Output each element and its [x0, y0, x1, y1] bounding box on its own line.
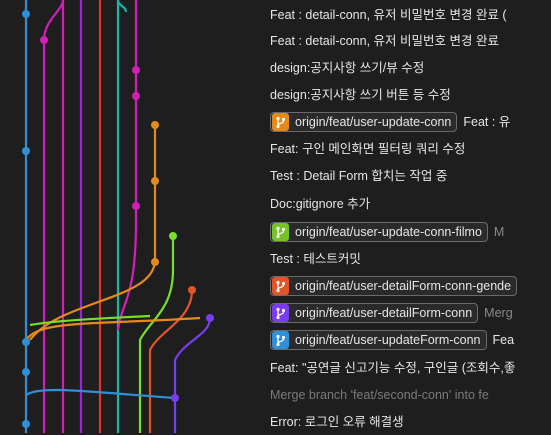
commit-row[interactable]: Feat: "공연글 신고기능 수정, 구인글 (조회수,좋 [270, 355, 515, 381]
commit-dot[interactable] [171, 394, 179, 402]
branch-badge-label: origin/feat/user-detailForm-conn-gende [295, 279, 512, 293]
commit-message: Fea [492, 333, 515, 347]
commit-dot[interactable] [132, 92, 140, 100]
branch-badge-label: origin/feat/user-updateForm-conn [295, 333, 481, 347]
commit-dot[interactable] [188, 286, 196, 294]
lane-magenta-2-curve [116, 219, 138, 331]
commit-message: M [493, 225, 505, 239]
commit-dot[interactable] [151, 121, 159, 129]
commit-message: Test : Detail Form 합치는 작업 중 [270, 169, 448, 183]
commit-dot[interactable] [206, 314, 214, 322]
commit-message: Merge branch 'feat/second-conn' into fe [270, 388, 489, 402]
commit-row[interactable]: Feat : detail-conn, 유저 비밀번호 변경 완료 [270, 28, 499, 54]
commit-row[interactable]: design:공지사항 쓰기/뷰 수정 [270, 55, 424, 81]
commit-message: Merg [484, 306, 513, 320]
commit-row[interactable]: design:공지사항 쓰기 버튼 등 수정 [270, 82, 451, 108]
commit-message: Feat: 구인 메인화면 필터링 쿼리 수정 [270, 142, 466, 156]
commit-row[interactable]: origin/feat/user-detailForm-conn Merg [270, 300, 513, 326]
commit-dot[interactable] [132, 202, 140, 210]
commit-dot[interactable] [22, 10, 30, 18]
commit-row[interactable]: Error: 로그인 오류 해결생 [270, 409, 404, 435]
commit-message: Feat: "공연글 신고기능 수정, 구인글 (조회수,좋 [270, 361, 516, 375]
commit-message: Error: 로그인 오류 해결생 [270, 415, 404, 429]
commit-dot[interactable] [22, 420, 30, 428]
branch-badge[interactable]: origin/feat/user-detailForm-conn [270, 303, 479, 323]
commit-row[interactable]: Feat : detail-conn, 유저 비밀번호 변경 완료 ( [270, 2, 507, 28]
commit-row[interactable]: Feat: 구인 메인화면 필터링 쿼리 수정 [270, 136, 465, 162]
branch-icon [272, 304, 289, 322]
commit-message: Doc:gitignore 추가 [270, 197, 371, 211]
commit-message: Feat : 유 [463, 115, 511, 129]
branch-badge[interactable]: origin/feat/user-updateForm-conn [270, 330, 487, 350]
commit-dot[interactable] [40, 36, 48, 44]
commit-row[interactable]: origin/feat/user-detailForm-conn-gende [270, 273, 523, 299]
commit-row[interactable]: Test : 테스트커밋 [270, 246, 361, 272]
branch-icon [272, 277, 289, 295]
branch-badge-label: origin/feat/user-update-conn [295, 115, 452, 129]
branch-icon [272, 331, 289, 349]
commit-row[interactable]: origin/feat/user-updateForm-conn Fea [270, 327, 514, 353]
commit-message: Feat : detail-conn, 유저 비밀번호 변경 완료 [270, 34, 499, 48]
commit-message: design:공지사항 쓰기/뷰 수정 [270, 61, 425, 75]
lane-violet [173, 317, 212, 433]
commit-dot[interactable] [22, 147, 30, 155]
branch-badge[interactable]: origin/feat/user-detailForm-conn-gende [270, 276, 518, 296]
branch-badge-label: origin/feat/user-update-conn-filmo [295, 225, 482, 239]
graph-lanes [24, 0, 212, 433]
branch-icon [272, 223, 289, 241]
commit-dot[interactable] [132, 66, 140, 74]
commit-dot[interactable] [151, 177, 159, 185]
branch-badge[interactable]: origin/feat/user-update-conn [270, 112, 458, 132]
commit-row[interactable]: Test : Detail Form 합치는 작업 중 [270, 163, 447, 189]
commit-row[interactable]: origin/feat/user-update-conn-filmo M [270, 219, 504, 245]
commit-message: design:공지사항 쓰기 버튼 등 수정 [270, 88, 451, 102]
commit-row[interactable]: origin/feat/user-update-conn Feat : 유 [270, 109, 510, 135]
commit-dot[interactable] [22, 368, 30, 376]
lane-redorange [148, 289, 194, 433]
commit-message: Feat : detail-conn, 유저 비밀번호 변경 완료 ( [270, 8, 507, 22]
commit-message: Test : 테스트커밋 [270, 252, 361, 266]
commit-row[interactable]: Merge branch 'feat/second-conn' into fe [270, 382, 489, 408]
commit-dot[interactable] [22, 338, 30, 346]
lane-teal-curve [116, 0, 128, 13]
branch-icon [272, 113, 289, 131]
commit-row[interactable]: Doc:gitignore 추가 [270, 191, 370, 217]
lane-magenta-top [42, 0, 65, 433]
commit-dot[interactable] [169, 232, 177, 240]
commit-dot[interactable] [151, 258, 159, 266]
branch-badge[interactable]: origin/feat/user-update-conn-filmo [270, 222, 488, 242]
branch-badge-label: origin/feat/user-detailForm-conn [295, 306, 473, 320]
commit-graph [22, 0, 214, 433]
